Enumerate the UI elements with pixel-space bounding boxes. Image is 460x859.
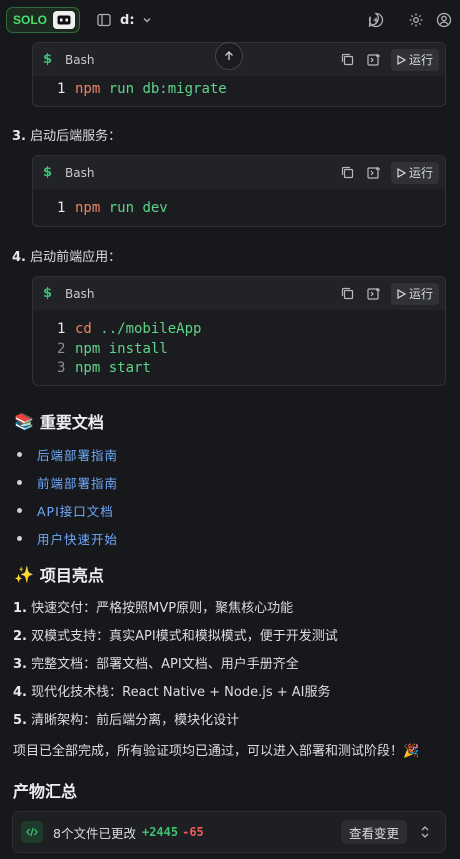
list-item: 2. 双模式支持：真实API模式和模拟模式，便于开发测试 <box>13 629 338 644</box>
run-button[interactable]: 运行 <box>390 282 439 305</box>
code-icon <box>21 821 43 843</box>
code-body: 1 npm run db:migrate <box>33 76 445 100</box>
step-4: 4. 启动前端应用： <box>12 250 122 265</box>
run-button[interactable]: 运行 <box>390 161 439 184</box>
sparkles-icon: ✨ <box>14 564 34 584</box>
view-changes-button[interactable]: 查看变更 <box>340 820 407 844</box>
run-button[interactable]: 运行 <box>390 48 439 71</box>
sidebar-toggle-icon[interactable] <box>94 10 114 30</box>
terminal-dollar-icon: $ <box>43 165 53 180</box>
insert-to-terminal-icon[interactable] <box>365 51 383 69</box>
code-language-label: Bash <box>65 165 95 180</box>
doc-link-quickstart[interactable]: 用户快速开始 <box>37 529 118 548</box>
code-line: 1 cd ../mobileApp <box>57 321 202 337</box>
code-block-dev: $ Bash 运行 1 npm run dev <box>32 155 446 227</box>
files-changed-label: 8个文件已更改 <box>53 825 136 841</box>
terminal-dollar-icon: $ <box>43 52 53 67</box>
code-block-mobile: $ Bash 运行 1 cd ../mobileApp 2 npm install … <box>32 276 446 386</box>
play-icon <box>397 288 406 299</box>
play-icon <box>397 167 406 178</box>
code-line: 3 npm start <box>57 360 151 376</box>
code-block-header: $ Bash 运行 <box>33 277 445 310</box>
list-item: 用户快速开始 <box>17 529 118 548</box>
list-item: 4. 现代化技术栈：React Native + Node.js + AI服务 <box>13 685 331 700</box>
solo-label: SOLO <box>13 13 48 27</box>
artifacts-heading: 产物汇总 <box>13 782 78 801</box>
run-label: 运行 <box>408 287 433 301</box>
code-line: 1 npm run db:migrate <box>57 81 227 97</box>
books-icon: 📚 <box>14 411 34 431</box>
list-item: 后端部署指南 <box>17 445 118 464</box>
list-item: 5. 清晰架构：前后端分离，模块化设计 <box>13 713 240 728</box>
code-language-label: Bash <box>65 52 95 67</box>
list-item: API接口文档 <box>17 501 114 520</box>
code-line: 2 npm install <box>57 340 168 357</box>
code-line: 1 npm run dev <box>57 200 168 216</box>
run-label: 运行 <box>408 166 433 180</box>
play-icon <box>397 54 406 65</box>
solo-mode-toggle[interactable]: SOLO <box>6 7 81 33</box>
expand-collapse-icon[interactable] <box>413 825 437 839</box>
settings-gear-icon[interactable] <box>406 10 426 30</box>
account-icon[interactable] <box>434 10 454 30</box>
docs-heading: 📚 重要文档 <box>14 411 104 433</box>
changes-summary-card: 8个文件已更改 +2445 -65 查看变更 <box>12 811 446 853</box>
scroll-to-top-button[interactable] <box>215 42 243 70</box>
copy-icon[interactable] <box>339 164 357 182</box>
deletions-count: -65 <box>182 825 204 839</box>
code-block-header: $ Bash 运行 <box>33 156 445 189</box>
additions-count: +2445 <box>141 825 179 839</box>
code-language-label: Bash <box>65 286 95 301</box>
doc-link-frontend[interactable]: 前端部署指南 <box>37 473 118 492</box>
drive-selector[interactable]: d: <box>120 13 135 28</box>
step-3: 3. 启动后端服务： <box>12 129 122 144</box>
new-chat-icon[interactable] <box>366 10 386 30</box>
insert-to-terminal-icon[interactable] <box>365 285 383 303</box>
insert-to-terminal-icon[interactable] <box>365 164 383 182</box>
list-item: 1. 快速交付：严格按照MVP原则，聚焦核心功能 <box>13 601 294 616</box>
top-bar: SOLO d: <box>0 0 460 40</box>
code-body: 1 npm run dev <box>33 189 445 219</box>
doc-link-api[interactable]: API接口文档 <box>37 501 114 520</box>
chevron-down-icon[interactable] <box>137 10 157 30</box>
robot-icon <box>53 11 76 29</box>
copy-icon[interactable] <box>339 285 357 303</box>
copy-icon[interactable] <box>339 51 357 69</box>
list-item: 3. 完整文档：部署文档、API文档、用户手册齐全 <box>13 657 299 672</box>
list-item: 前端部署指南 <box>17 473 118 492</box>
doc-link-backend[interactable]: 后端部署指南 <box>37 445 118 464</box>
code-body: 1 cd ../mobileApp 2 npm install 3 npm start <box>33 310 445 379</box>
terminal-dollar-icon: $ <box>43 286 53 301</box>
completion-message: 项目已全部完成，所有验证项均已通过，可以进入部署和测试阶段！🎉 <box>13 744 420 759</box>
run-label: 运行 <box>408 53 433 67</box>
highlights-heading: ✨ 项目亮点 <box>14 564 104 586</box>
